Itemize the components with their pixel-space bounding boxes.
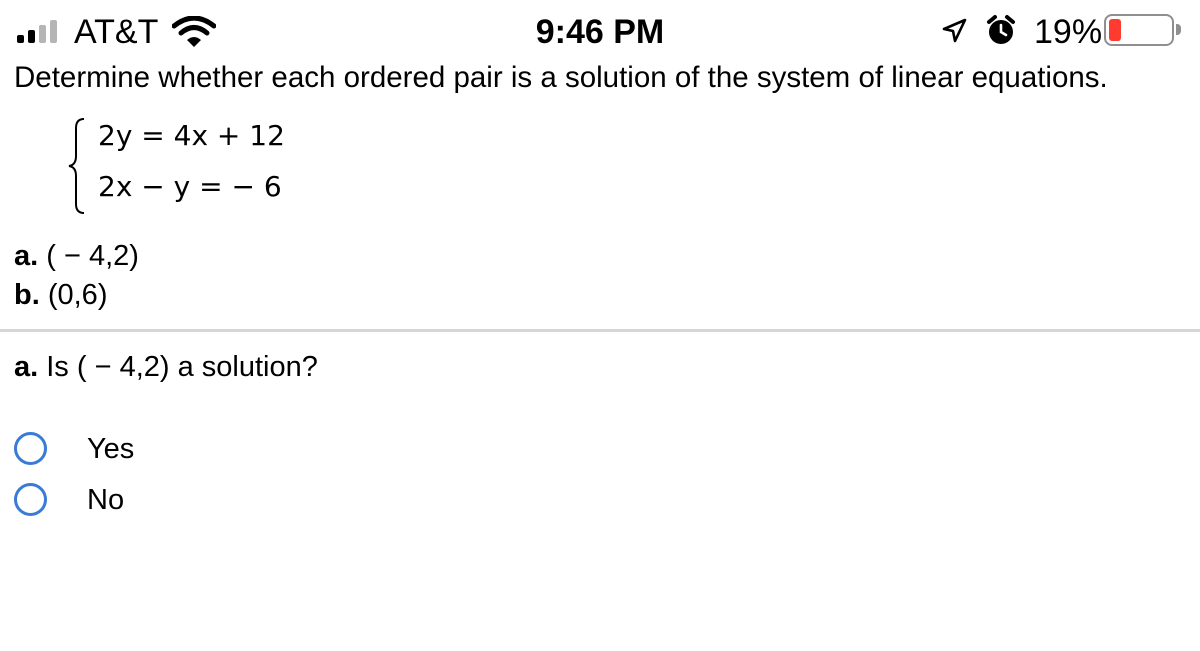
pair-a-letter: a. — [14, 240, 39, 272]
system-brace — [68, 118, 85, 214]
question-text: Is ( − 4,2) a solution? — [46, 351, 318, 383]
question-letter: a. — [14, 351, 39, 383]
radio-yes-icon[interactable] — [14, 432, 47, 465]
pair-a-value: ( − 4,2) — [46, 240, 139, 272]
battery-percentage: 19% — [1034, 13, 1103, 51]
pair-b-letter: b. — [14, 279, 40, 311]
pair-b-value: (0,6) — [47, 279, 108, 311]
equation-2: 2x − y = − 6 — [98, 170, 282, 203]
alarm-clock-icon — [987, 15, 1015, 44]
battery-icon — [1104, 14, 1174, 46]
option-yes[interactable]: Yes — [14, 429, 314, 469]
equation-1: 2y = 4x + 12 — [98, 119, 285, 152]
radio-no-icon[interactable] — [14, 483, 47, 516]
status-bar: AT&T 9:46 PM 19% — [0, 0, 1200, 60]
problem-instruction: Determine whether each ordered pair is a… — [14, 61, 1108, 94]
option-no[interactable]: No — [14, 480, 314, 520]
location-arrow-icon — [942, 18, 967, 43]
section-divider — [0, 329, 1200, 332]
ordered-pair-a: a. ( − 4,2) — [14, 238, 139, 274]
option-yes-label[interactable]: Yes — [87, 429, 134, 469]
question-prompt: a. Is ( − 4,2) a solution? — [14, 348, 318, 386]
option-no-label[interactable]: No — [87, 480, 124, 520]
battery-level-fill — [1109, 19, 1121, 41]
ordered-pair-b: b. (0,6) — [14, 277, 107, 313]
status-time: 9:46 PM — [535, 13, 665, 51]
